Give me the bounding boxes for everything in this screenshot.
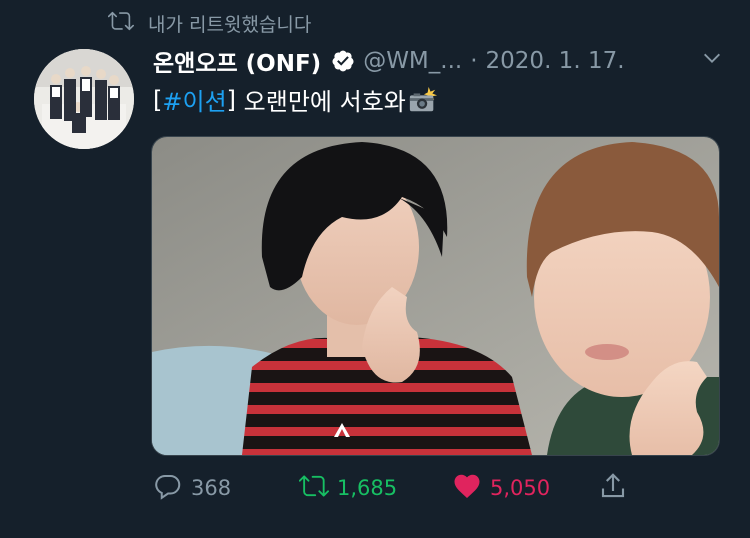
- avatar[interactable]: [34, 49, 134, 149]
- retweet-action-icon: [298, 471, 329, 506]
- bracket-open: [: [153, 85, 163, 114]
- retweet-banner: 내가 리트윗했습니다: [107, 8, 311, 39]
- share-icon: [598, 471, 628, 506]
- tweet-body: 오랜만에 서호와: [236, 88, 406, 116]
- tweet-text: [ #이션 ] 오랜만에 서호와: [153, 82, 438, 117]
- handle[interactable]: @WM_...: [363, 48, 462, 74]
- reply-button[interactable]: 368: [153, 470, 231, 506]
- tweet-header: 온앤오프 (ONF) @WM_... · 2020. 1. 17.: [153, 44, 733, 78]
- like-count: 5,050: [490, 476, 551, 500]
- separator-dot: ·: [470, 48, 478, 74]
- chevron-down-icon[interactable]: [701, 47, 723, 75]
- retweet-icon: [107, 8, 134, 39]
- hashtag-link[interactable]: #이션: [162, 82, 226, 117]
- action-bar: 368 1,685 5,050: [0, 470, 750, 510]
- retweet-banner-text[interactable]: 내가 리트윗했습니다: [148, 10, 311, 37]
- heart-icon: [452, 471, 482, 506]
- retweet-button[interactable]: 1,685: [298, 470, 398, 506]
- bracket-close: ]: [226, 85, 237, 114]
- share-button[interactable]: [598, 470, 628, 506]
- tweet-date[interactable]: 2020. 1. 17.: [486, 48, 625, 74]
- retweet-count: 1,685: [337, 476, 398, 500]
- display-name[interactable]: 온앤오프 (ONF): [153, 44, 321, 78]
- like-button[interactable]: 5,050: [452, 470, 550, 506]
- camera-flash-icon: [408, 85, 438, 115]
- reply-icon: [153, 471, 183, 506]
- verified-badge-icon: [331, 49, 355, 73]
- reply-count: 368: [191, 476, 232, 500]
- tweet-photo[interactable]: [151, 136, 720, 456]
